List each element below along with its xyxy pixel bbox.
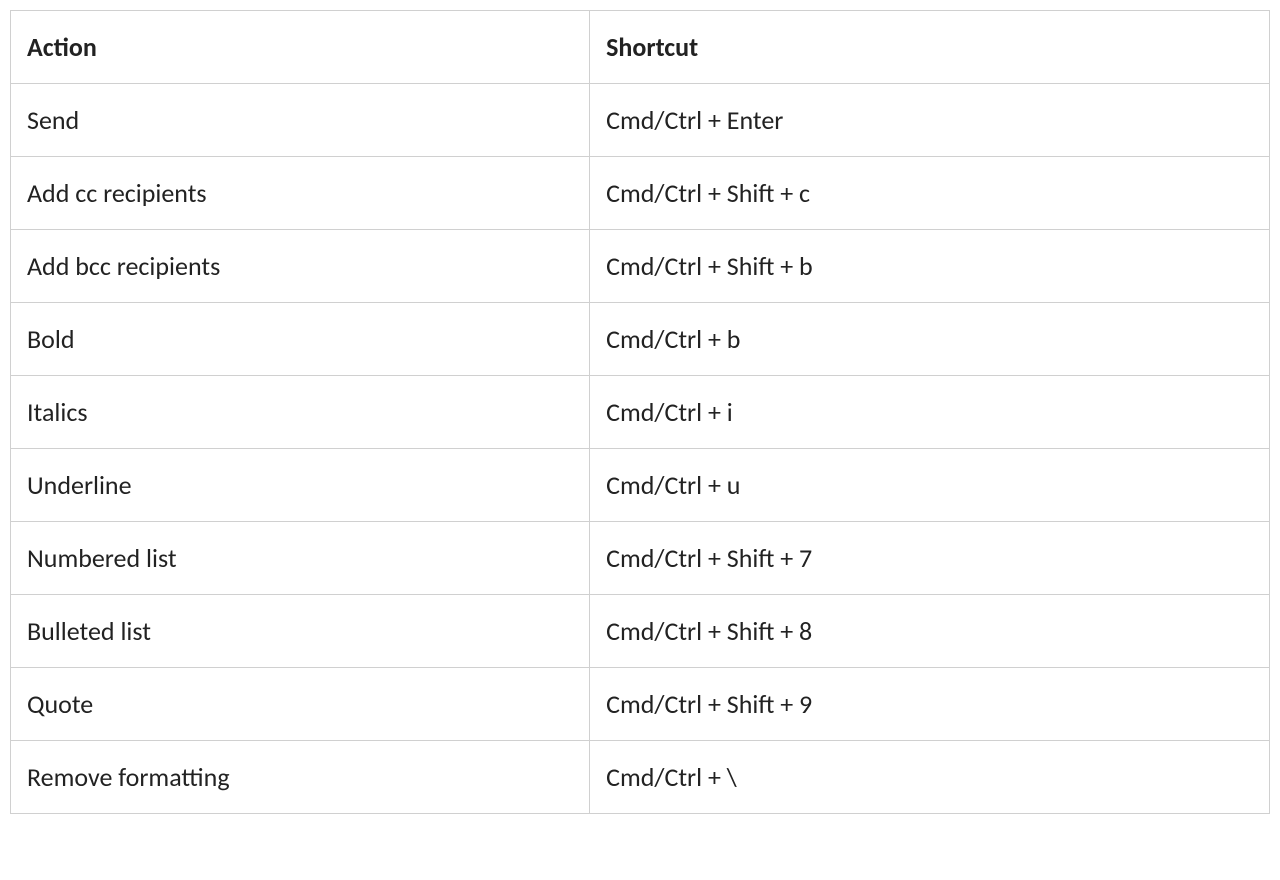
table-header-row: Action Shortcut <box>11 11 1270 84</box>
header-shortcut: Shortcut <box>590 11 1270 84</box>
shortcuts-table: Action Shortcut Send Cmd/Ctrl + Enter Ad… <box>10 10 1270 814</box>
table-row: Add bcc recipients Cmd/Ctrl + Shift + b <box>11 230 1270 303</box>
table-row: Italics Cmd/Ctrl + i <box>11 376 1270 449</box>
cell-shortcut: Cmd/Ctrl + Shift + c <box>590 157 1270 230</box>
table-row: Underline Cmd/Ctrl + u <box>11 449 1270 522</box>
cell-action: Bold <box>11 303 590 376</box>
cell-action: Remove formatting <box>11 741 590 814</box>
cell-action: Add cc recipients <box>11 157 590 230</box>
table-row: Send Cmd/Ctrl + Enter <box>11 84 1270 157</box>
cell-shortcut: Cmd/Ctrl + Shift + 7 <box>590 522 1270 595</box>
cell-shortcut: Cmd/Ctrl + Enter <box>590 84 1270 157</box>
cell-shortcut: Cmd/Ctrl + u <box>590 449 1270 522</box>
cell-action: Send <box>11 84 590 157</box>
cell-shortcut: Cmd/Ctrl + Shift + 8 <box>590 595 1270 668</box>
table-row: Numbered list Cmd/Ctrl + Shift + 7 <box>11 522 1270 595</box>
cell-shortcut: Cmd/Ctrl + Shift + 9 <box>590 668 1270 741</box>
cell-action: Quote <box>11 668 590 741</box>
table-row: Remove formatting Cmd/Ctrl + \ <box>11 741 1270 814</box>
cell-action: Numbered list <box>11 522 590 595</box>
cell-action: Add bcc recipients <box>11 230 590 303</box>
cell-action: Underline <box>11 449 590 522</box>
table-row: Quote Cmd/Ctrl + Shift + 9 <box>11 668 1270 741</box>
header-action: Action <box>11 11 590 84</box>
cell-action: Italics <box>11 376 590 449</box>
cell-shortcut: Cmd/Ctrl + Shift + b <box>590 230 1270 303</box>
cell-shortcut: Cmd/Ctrl + \ <box>590 741 1270 814</box>
table-row: Add cc recipients Cmd/Ctrl + Shift + c <box>11 157 1270 230</box>
table-row: Bulleted list Cmd/Ctrl + Shift + 8 <box>11 595 1270 668</box>
cell-shortcut: Cmd/Ctrl + b <box>590 303 1270 376</box>
cell-shortcut: Cmd/Ctrl + i <box>590 376 1270 449</box>
cell-action: Bulleted list <box>11 595 590 668</box>
table-row: Bold Cmd/Ctrl + b <box>11 303 1270 376</box>
